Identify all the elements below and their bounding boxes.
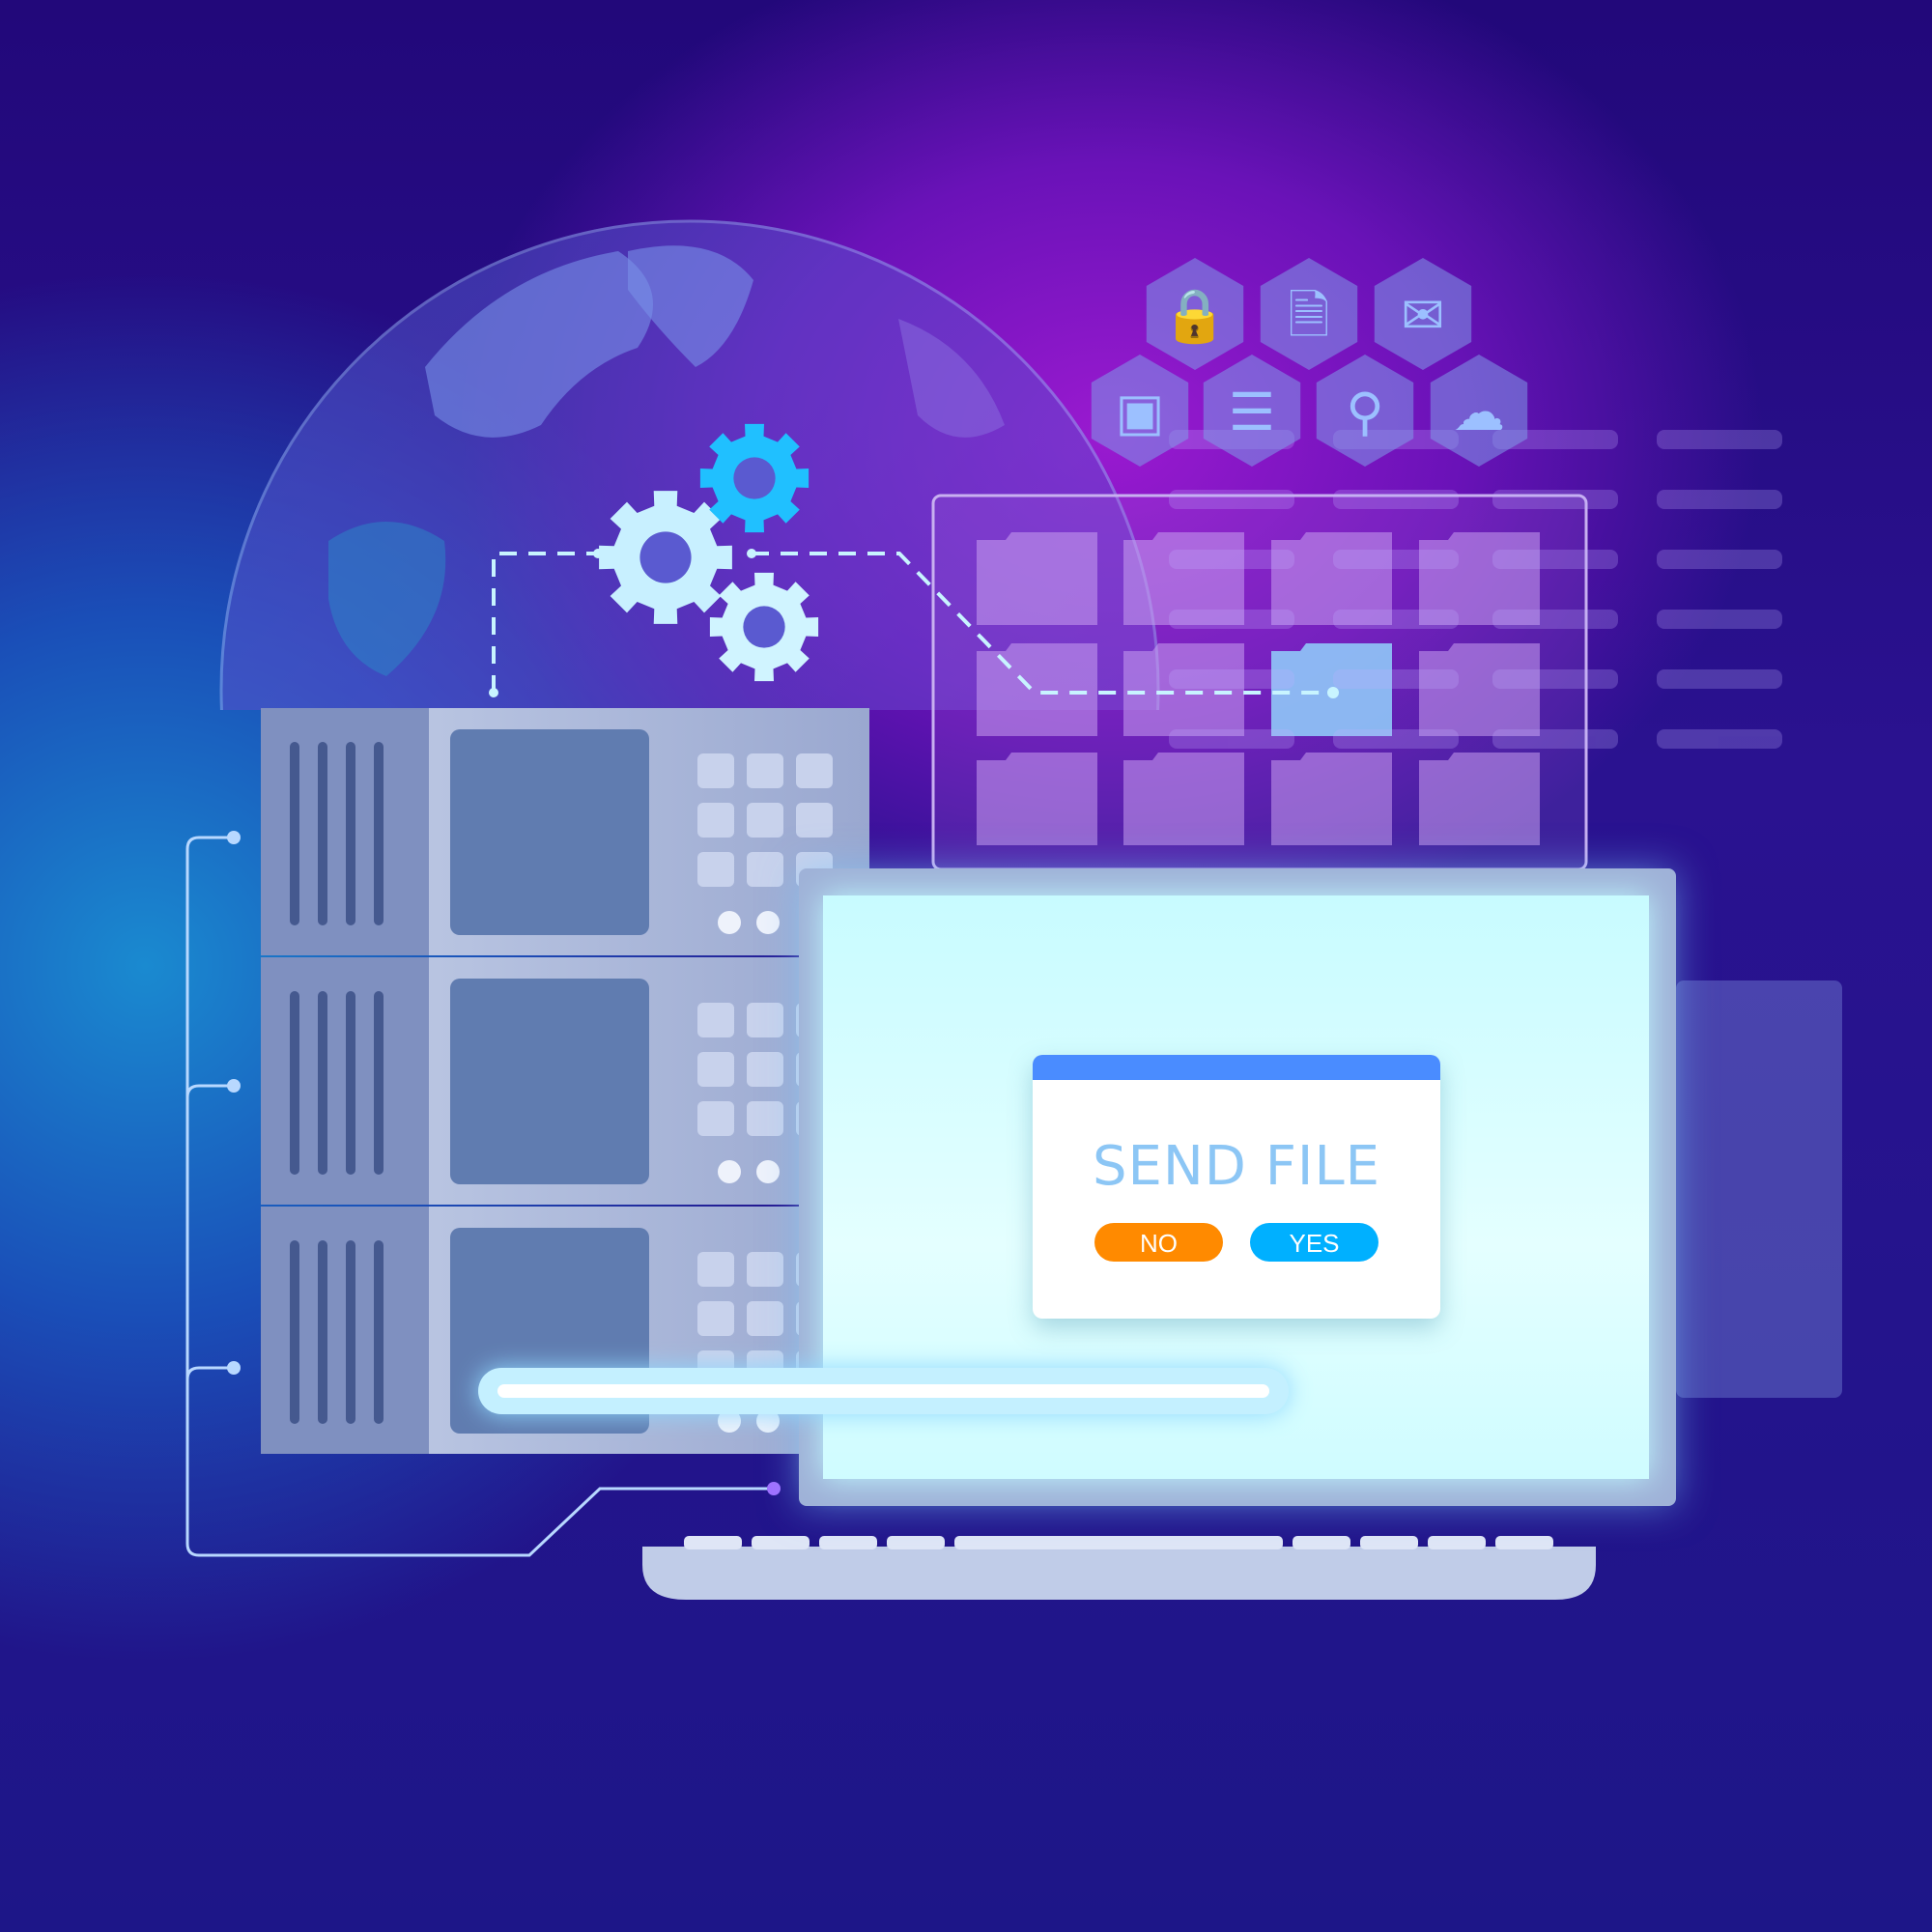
dialog-title-bar xyxy=(1033,1055,1440,1080)
dialog-title: SEND FILE xyxy=(1092,1135,1381,1198)
upload-progress-bar xyxy=(478,1368,1289,1414)
folder-icon xyxy=(977,643,1097,736)
feature-hexagons: 🔒 🗎 ✉ ▣ ☰ ⚲ ☁ xyxy=(1091,258,1528,467)
keyboard-key xyxy=(1428,1536,1486,1549)
keyboard-key xyxy=(819,1536,877,1549)
background-panel xyxy=(1676,980,1842,1398)
chip-icon: ▣ xyxy=(1115,382,1164,442)
yes-button[interactable]: YES xyxy=(1250,1223,1378,1262)
document-icon: 🗎 xyxy=(1288,285,1329,346)
folder-icon xyxy=(1123,753,1244,845)
keyboard-key xyxy=(1360,1536,1418,1549)
keyboard-key xyxy=(1293,1536,1350,1549)
folder-icon xyxy=(977,753,1097,845)
cloud-icon: ☁ xyxy=(1453,382,1505,442)
keyboard-key xyxy=(1495,1536,1553,1549)
database-icon: ☰ xyxy=(1229,382,1275,442)
no-button[interactable]: NO xyxy=(1094,1223,1223,1262)
search-icon: ⚲ xyxy=(1346,382,1384,442)
server-unit xyxy=(261,957,869,1205)
mail-icon: ✉ xyxy=(1401,285,1444,346)
server-unit xyxy=(261,708,869,955)
progress-fill xyxy=(497,1384,1269,1398)
keyboard-key xyxy=(954,1536,1283,1549)
server-rack xyxy=(261,708,869,1454)
lock-icon: 🔒 xyxy=(1162,285,1227,346)
folder-icon xyxy=(1419,753,1540,845)
keyboard-key xyxy=(887,1536,945,1549)
send-file-dialog: SEND FILE NO YES xyxy=(1033,1055,1440,1319)
folder-icon xyxy=(1419,643,1540,736)
folder-icon xyxy=(977,532,1097,625)
keyboard-key xyxy=(684,1536,742,1549)
server-unit xyxy=(261,1207,869,1454)
laptop-keyboard xyxy=(642,1536,1596,1600)
keyboard-key xyxy=(752,1536,810,1549)
folder-icon xyxy=(1271,753,1392,845)
folder-icon xyxy=(1123,643,1244,736)
